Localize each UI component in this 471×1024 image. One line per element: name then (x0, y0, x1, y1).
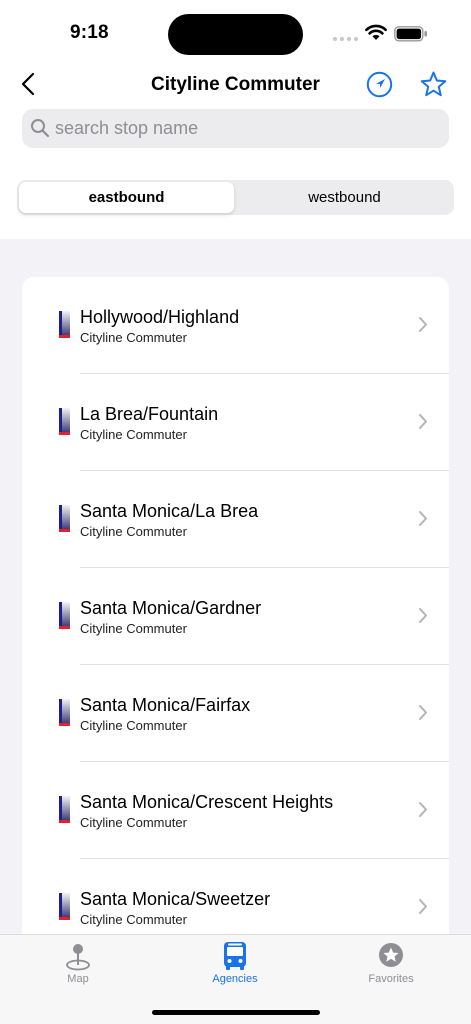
stop-marker-icon (59, 311, 70, 340)
search-input[interactable] (55, 109, 435, 148)
stop-agency: Cityline Commuter (80, 330, 187, 345)
search-icon (31, 119, 50, 138)
stop-marker-icon (59, 699, 70, 728)
stop-name: Santa Monica/Gardner (80, 598, 262, 618)
stop-name: Santa Monica/Sweetzer (80, 889, 271, 909)
chevron-right-icon (419, 511, 427, 526)
tab-map-label: Map (67, 973, 89, 985)
tab-favorites-label: Favorites (368, 973, 414, 985)
direction-segmented-control: eastbound westbound (17, 180, 454, 215)
status-bar: 9:18 (0, 0, 471, 60)
chevron-right-icon (419, 802, 427, 817)
stop-marker-icon (59, 505, 70, 534)
chevron-right-icon (419, 899, 427, 914)
stop-agency: Cityline Commuter (80, 815, 187, 830)
stop-name: Santa Monica/Fairfax (80, 695, 251, 715)
bus-icon (224, 942, 246, 970)
segment-westbound[interactable]: westbound (237, 182, 452, 213)
stop-agency: Cityline Commuter (80, 621, 187, 636)
stop-name: Hollywood/Highland (80, 307, 240, 327)
list-item[interactable]: Hollywood/Highland Cityline Commuter (22, 277, 449, 374)
star-circle-icon (379, 943, 403, 967)
stop-agency: Cityline Commuter (80, 427, 187, 442)
tab-agencies[interactable]: Agencies (190, 941, 280, 985)
dynamic-island (168, 14, 303, 55)
star-icon[interactable] (419, 70, 448, 99)
wifi-icon (365, 24, 387, 40)
chevron-right-icon (419, 414, 427, 429)
tab-favorites[interactable]: Favorites (346, 941, 436, 985)
stop-marker-icon (59, 796, 70, 825)
page-title: Cityline Commuter (151, 74, 320, 95)
stop-name: Santa Monica/La Brea (80, 501, 259, 521)
segment-eastbound[interactable]: eastbound (19, 182, 234, 213)
list-item[interactable]: La Brea/Fountain Cityline Commuter (22, 374, 449, 471)
stop-marker-icon (59, 408, 70, 437)
tab-agencies-label: Agencies (212, 973, 258, 985)
home-indicator (152, 1010, 320, 1015)
chevron-right-icon (419, 317, 427, 332)
map-pin-icon (66, 944, 90, 971)
stop-name: La Brea/Fountain (80, 404, 219, 424)
cellular-signal-icon (333, 37, 358, 41)
stop-agency: Cityline Commuter (80, 718, 187, 733)
chevron-right-icon (419, 705, 427, 720)
tab-map[interactable]: Map (33, 941, 123, 985)
navigation-bar: Cityline Commuter (0, 62, 471, 106)
stop-list: Hollywood/Highland Cityline Commuter La … (22, 277, 449, 957)
list-item[interactable]: Santa Monica/Crescent Heights Cityline C… (22, 762, 449, 859)
stop-agency: Cityline Commuter (80, 912, 187, 927)
stop-agency: Cityline Commuter (80, 524, 187, 539)
stop-marker-icon (59, 893, 70, 922)
chevron-right-icon (419, 608, 427, 623)
list-item[interactable]: Santa Monica/Fairfax Cityline Commuter (22, 665, 449, 762)
status-time: 9:18 (70, 22, 109, 43)
stop-marker-icon (59, 602, 70, 631)
location-arrow-icon[interactable] (366, 71, 393, 98)
battery-icon (394, 26, 427, 42)
stop-name: Santa Monica/Crescent Heights (80, 792, 334, 812)
list-item[interactable]: Santa Monica/Gardner Cityline Commuter (22, 568, 449, 665)
list-item[interactable]: Santa Monica/La Brea Cityline Commuter (22, 471, 449, 568)
search-bar[interactable] (22, 109, 449, 148)
header-area: 9:18 Cityline Commuter search stop name … (0, 0, 471, 239)
